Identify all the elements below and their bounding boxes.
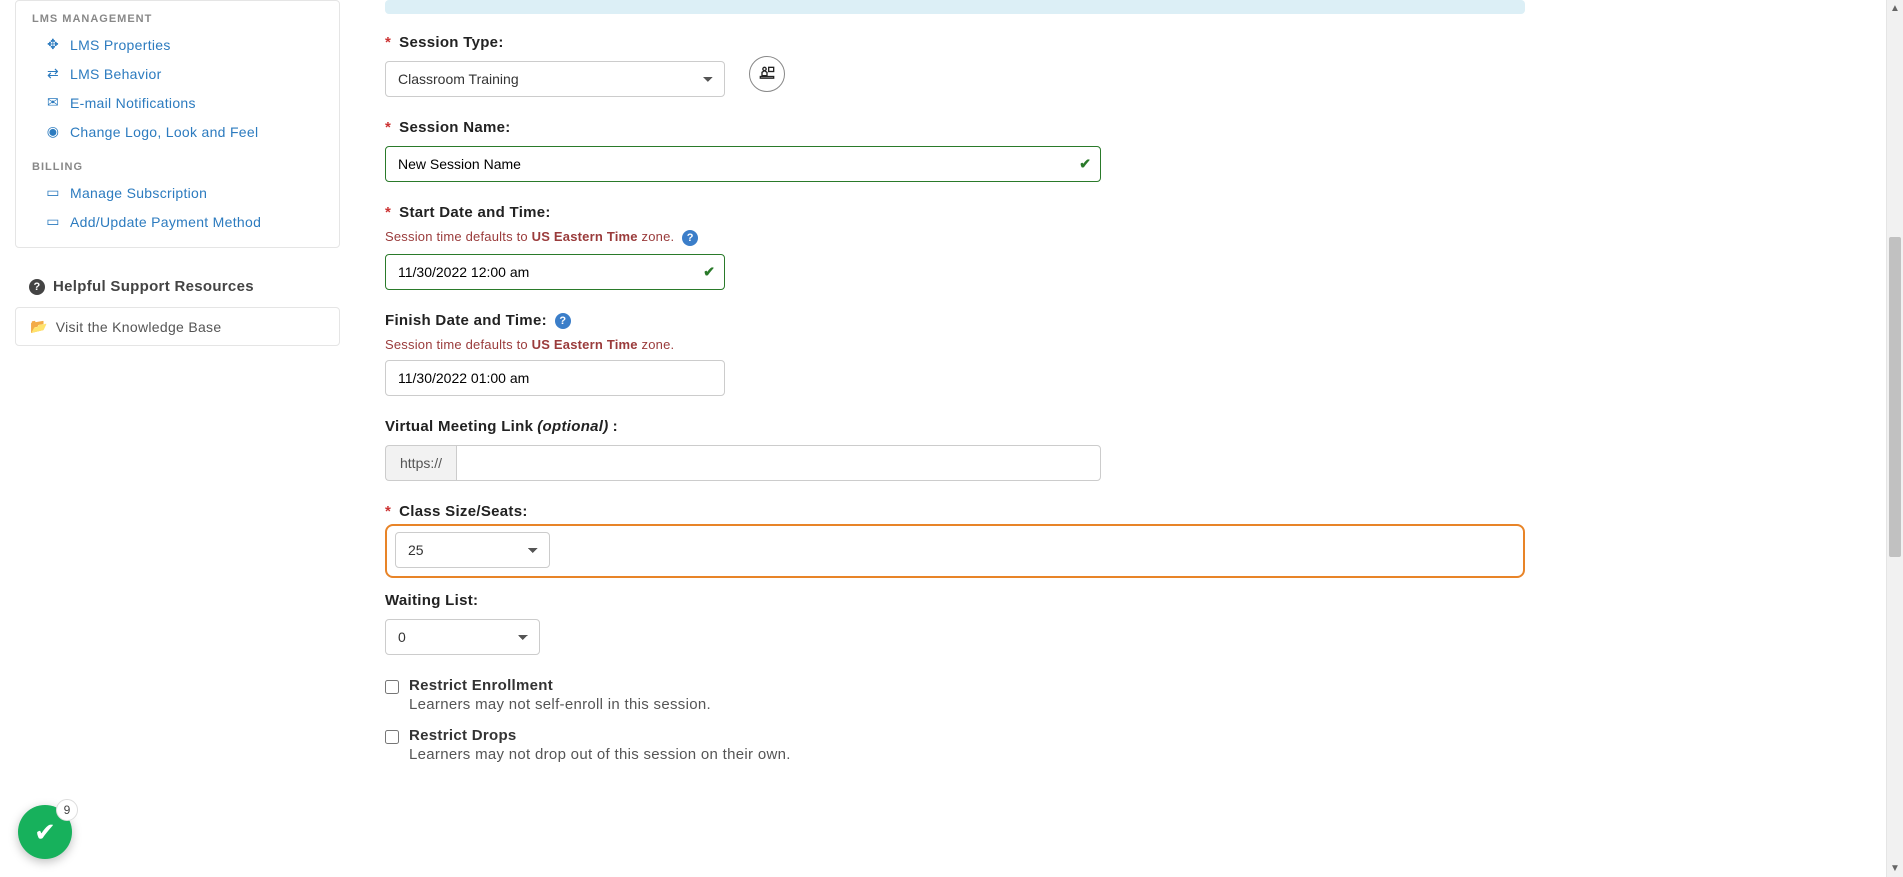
sidebar-item-update-payment[interactable]: ▭ Add/Update Payment Method bbox=[16, 208, 339, 237]
finish-date-input[interactable] bbox=[385, 360, 725, 396]
scroll-up-arrow-icon[interactable]: ▲ bbox=[1887, 0, 1903, 17]
folder-open-icon: 📂 bbox=[30, 318, 48, 335]
finish-date-label: Finish Date and Time: ? bbox=[385, 312, 1525, 329]
field-waiting-list: Waiting List: 0 bbox=[385, 592, 1525, 655]
scroll-down-arrow-icon[interactable]: ▼ bbox=[1887, 860, 1903, 877]
sidebar-heading-billing: BILLING bbox=[16, 157, 339, 179]
move-icon: ✥ bbox=[46, 36, 60, 53]
session-type-icon-badge bbox=[749, 56, 785, 92]
fab-count-badge: 9 bbox=[56, 799, 78, 821]
vertical-scrollbar[interactable]: ▲ ▼ bbox=[1886, 0, 1903, 877]
class-size-select[interactable]: 25 bbox=[395, 532, 550, 568]
required-asterisk: * bbox=[385, 204, 391, 221]
restrict-enrollment-desc: Learners may not self-enroll in this ses… bbox=[409, 696, 1525, 713]
sidebar-item-label: E-mail Notifications bbox=[70, 95, 196, 111]
field-restrict-drops: Restrict Drops Learners may not drop out… bbox=[385, 727, 1525, 763]
restrict-drops-checkbox[interactable] bbox=[385, 730, 399, 744]
required-asterisk: * bbox=[385, 34, 391, 51]
sidebar-item-label: LMS Behavior bbox=[70, 66, 162, 82]
field-restrict-enrollment: Restrict Enrollment Learners may not sel… bbox=[385, 677, 1525, 713]
credit-card-icon: ▭ bbox=[46, 213, 60, 230]
help-icon[interactable]: ? bbox=[682, 230, 698, 246]
field-class-size: * Class Size/Seats: 25 bbox=[385, 503, 1525, 578]
support-resources-heading: ? Helpful Support Resources bbox=[25, 278, 340, 295]
field-session-name: * Session Name: ✔ bbox=[385, 119, 1525, 182]
drop-icon: ◉ bbox=[46, 123, 60, 140]
required-asterisk: * bbox=[385, 503, 391, 520]
class-size-highlight: 25 bbox=[385, 524, 1525, 578]
sidebar-item-label: Change Logo, Look and Feel bbox=[70, 124, 258, 140]
session-name-label: * Session Name: bbox=[385, 119, 1525, 136]
field-finish-date: Finish Date and Time: ? Session time def… bbox=[385, 312, 1525, 396]
briefcase-icon: ▭ bbox=[46, 184, 60, 201]
kb-label: Visit the Knowledge Base bbox=[56, 319, 222, 335]
check-icon: ✔ bbox=[703, 264, 715, 281]
sidebar-item-lms-properties[interactable]: ✥ LMS Properties bbox=[16, 31, 339, 60]
sidebar-item-email-notifications[interactable]: ✉ E-mail Notifications bbox=[16, 89, 339, 118]
waiting-list-select[interactable]: 0 bbox=[385, 619, 540, 655]
sidebar-item-manage-subscription[interactable]: ▭ Manage Subscription bbox=[16, 179, 339, 208]
field-session-type: * Session Type: Classroom Training bbox=[385, 34, 1525, 97]
session-type-label: * Session Type: bbox=[385, 34, 1525, 51]
required-asterisk: * bbox=[385, 119, 391, 136]
url-prefix-label: https:// bbox=[385, 445, 456, 481]
finish-date-hint: Session time defaults to US Eastern Time… bbox=[385, 337, 1525, 352]
scroll-thumb[interactable] bbox=[1889, 237, 1901, 557]
sidebar-menu: LMS MANAGEMENT ✥ LMS Properties ⇄ LMS Be… bbox=[15, 0, 340, 248]
sidebar-item-label: Manage Subscription bbox=[70, 185, 207, 201]
restrict-drops-desc: Learners may not drop out of this sessio… bbox=[409, 746, 1525, 763]
scroll-track[interactable] bbox=[1887, 17, 1903, 860]
classroom-icon bbox=[757, 64, 777, 84]
start-date-input[interactable] bbox=[385, 254, 725, 290]
restrict-enrollment-checkbox[interactable] bbox=[385, 680, 399, 694]
info-banner bbox=[385, 0, 1525, 14]
sidebar-item-label: LMS Properties bbox=[70, 37, 171, 53]
field-start-date: * Start Date and Time: Session time defa… bbox=[385, 204, 1525, 290]
envelope-icon: ✉ bbox=[46, 94, 60, 111]
virtual-link-input[interactable] bbox=[456, 445, 1101, 481]
start-date-hint: Session time defaults to US Eastern Time… bbox=[385, 229, 1525, 246]
question-icon: ? bbox=[29, 279, 45, 295]
sidebar-item-label: Add/Update Payment Method bbox=[70, 214, 261, 230]
restrict-enrollment-label: Restrict Enrollment bbox=[409, 677, 553, 694]
sidebar-item-lms-behavior[interactable]: ⇄ LMS Behavior bbox=[16, 60, 339, 89]
visit-knowledge-base-link[interactable]: 📂 Visit the Knowledge Base bbox=[15, 307, 340, 346]
check-icon: ✔ bbox=[1079, 156, 1091, 173]
sidebar-heading-lms: LMS MANAGEMENT bbox=[16, 9, 339, 31]
session-type-select[interactable]: Classroom Training bbox=[385, 61, 725, 97]
help-icon[interactable]: ? bbox=[555, 313, 571, 329]
class-size-label: * Class Size/Seats: bbox=[385, 503, 1525, 520]
sidebar-item-change-logo[interactable]: ◉ Change Logo, Look and Feel bbox=[16, 118, 339, 147]
progress-fab[interactable]: ✔ 9 bbox=[18, 805, 72, 859]
restrict-drops-label: Restrict Drops bbox=[409, 727, 517, 744]
virtual-link-label: Virtual Meeting Link (optional) : bbox=[385, 418, 1525, 435]
field-virtual-link: Virtual Meeting Link (optional) : https:… bbox=[385, 418, 1525, 481]
start-date-label: * Start Date and Time: bbox=[385, 204, 1525, 221]
check-icon: ✔ bbox=[34, 817, 56, 848]
transfer-icon: ⇄ bbox=[46, 65, 60, 82]
sidebar: LMS MANAGEMENT ✥ LMS Properties ⇄ LMS Be… bbox=[0, 0, 355, 877]
waiting-list-label: Waiting List: bbox=[385, 592, 1525, 609]
session-form: * Session Type: Classroom Training * Ses… bbox=[355, 0, 1545, 877]
session-name-input[interactable] bbox=[385, 146, 1101, 182]
